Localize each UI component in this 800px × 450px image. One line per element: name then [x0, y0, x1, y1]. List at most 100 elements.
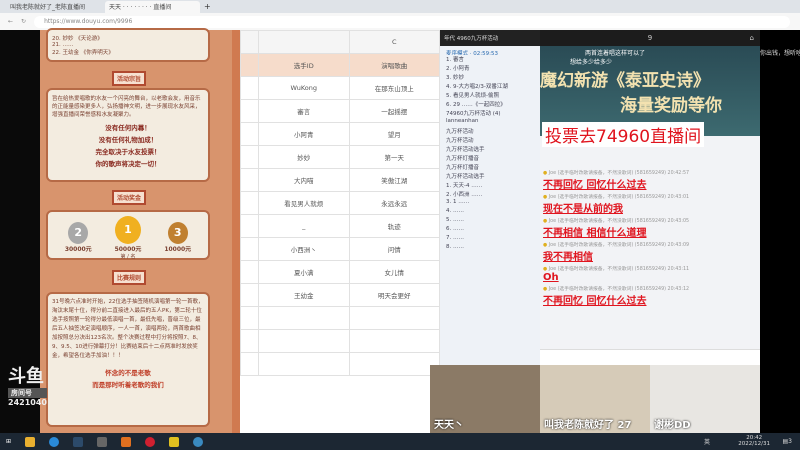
home-icon[interactable]: ⌂: [750, 30, 754, 46]
cell[interactable]: 王幼金: [258, 283, 350, 307]
header-cell[interactable]: 选手ID: [258, 53, 350, 77]
table-row: 大内喵 笑傲江湖: [240, 168, 440, 192]
app-icon[interactable]: [169, 436, 180, 447]
channel-member[interactable]: 4. ……: [440, 208, 540, 217]
message-text: 不再回忆 回忆什么过去: [543, 180, 647, 191]
header-cell[interactable]: 演唱歌曲: [348, 53, 440, 77]
channel-member[interactable]: 74960九万杯活动 (4): [440, 109, 540, 118]
channel-member[interactable]: 九万杯活动: [440, 127, 540, 136]
cell[interactable]: 看见男人就烦: [258, 191, 350, 215]
cell[interactable]: 第一天: [348, 145, 440, 169]
danmaku: 两首连着唱这样可以了: [585, 50, 646, 57]
channel-member[interactable]: 2. 小阿青: [440, 64, 540, 73]
channel-member[interactable]: 1. 審言: [440, 55, 540, 64]
row-header[interactable]: [240, 122, 259, 146]
url-input[interactable]: https://www.douyu.com/9996: [34, 15, 790, 28]
cell[interactable]: 小西洲丶: [258, 237, 350, 261]
cell[interactable]: [258, 306, 350, 330]
cell[interactable]: 大内喵: [258, 168, 350, 192]
edge-icon[interactable]: [49, 436, 60, 447]
app-icon[interactable]: [121, 436, 132, 447]
row-header[interactable]: [240, 237, 259, 261]
webcam-strip: 天天丶 叫我老陈就好了 27 谢彬DD: [430, 365, 760, 433]
row-header[interactable]: [240, 260, 259, 284]
channel-member[interactable]: 6. ……: [440, 226, 540, 235]
clock[interactable]: 20:42 2022/12/31: [738, 435, 770, 447]
channel-member[interactable]: 7. ……: [440, 235, 540, 244]
table-row: 看见男人就烦 永远永远: [240, 191, 440, 215]
cell[interactable]: [258, 352, 350, 376]
channel-member[interactable]: 8. ……: [440, 244, 540, 253]
app-icon[interactable]: [97, 436, 108, 447]
channel-member[interactable]: 九万杯活动: [440, 136, 540, 145]
channel-member[interactable]: 九万杯活动选手: [440, 172, 540, 181]
file-explorer-icon[interactable]: [25, 436, 36, 447]
cell[interactable]: 明天会更好: [348, 283, 440, 307]
viewer-count: 9: [647, 34, 653, 42]
cell[interactable]: [240, 352, 259, 376]
row-header[interactable]: [240, 145, 259, 169]
channel-member[interactable]: 九万杯灯播音: [440, 163, 540, 172]
row-header[interactable]: [240, 99, 259, 123]
cell[interactable]: 永远永远: [348, 191, 440, 215]
channel-member[interactable]: 2. 小西洲 ……: [440, 190, 540, 199]
new-tab-icon[interactable]: +: [204, 2, 211, 11]
channel-member[interactable]: 5. ……: [440, 217, 540, 226]
back-icon[interactable]: ←: [8, 18, 13, 25]
cell[interactable]: 轨迹: [348, 214, 440, 238]
cell[interactable]: [240, 329, 259, 353]
column-header[interactable]: C: [348, 30, 440, 54]
cell[interactable]: 笑傲江湖: [348, 168, 440, 192]
channel-member[interactable]: 6. 29 ……《一起四拉》: [440, 100, 540, 109]
cell[interactable]: [348, 306, 440, 330]
row-header[interactable]: [240, 191, 259, 215]
cell[interactable]: [348, 329, 440, 353]
ime-indicator[interactable]: 英: [704, 437, 710, 446]
cell[interactable]: 女儿情: [348, 260, 440, 284]
cell[interactable]: WuKong: [258, 76, 350, 100]
message-input[interactable]: [540, 349, 760, 365]
row-header[interactable]: [240, 283, 259, 307]
channel-member[interactable]: 九万杯灯播音: [440, 154, 540, 163]
channel-member[interactable]: 5. 看见男人就烦-偷照: [440, 91, 540, 100]
message-text: Oh: [543, 272, 559, 283]
row-header[interactable]: [240, 168, 259, 192]
cell[interactable]: 審言: [258, 99, 350, 123]
cell[interactable]: [348, 352, 440, 376]
cell[interactable]: 夏小满: [258, 260, 350, 284]
cell[interactable]: 妙妙: [258, 145, 350, 169]
browser-tab[interactable]: 叫我老陈就好了_老陈直播间: [6, 1, 101, 13]
cell[interactable]: [240, 306, 259, 330]
app-icon[interactable]: [193, 436, 204, 447]
webcam-label: 叫我老陈就好了 27: [544, 420, 632, 431]
cell[interactable]: 在那东山顶上: [348, 76, 440, 100]
channel-member[interactable]: 3. 妙妙: [440, 73, 540, 82]
cell[interactable]: 问情: [348, 237, 440, 261]
app-icon[interactable]: [145, 436, 156, 447]
row-header[interactable]: [240, 214, 259, 238]
cell[interactable]: 望月: [348, 122, 440, 146]
cell[interactable]: [258, 329, 350, 353]
message-text: 不再相信 相信什么道理: [543, 228, 647, 239]
table-row: 小西洲丶 问情: [240, 237, 440, 261]
channel-mode: 麦序模式 · 02:59:53: [446, 51, 498, 55]
quote-line: 你的歌声将决定一切！: [95, 160, 161, 168]
channel-member[interactable]: 3. 1 ……: [440, 199, 540, 208]
medal-icon: 3: [167, 222, 188, 244]
quote-line: 完全取决于水友投票！: [95, 148, 161, 156]
channel-member[interactable]: lanneanhan: [440, 118, 540, 127]
notification-icon[interactable]: ▤3: [783, 438, 793, 445]
room-label: 房间号: [8, 388, 47, 398]
channel-member[interactable]: 4. 9-大方唱2/3-双番江湖: [440, 82, 540, 91]
steam-icon[interactable]: [73, 436, 84, 447]
cell[interactable]: _: [258, 214, 350, 238]
row-header[interactable]: [240, 76, 259, 100]
browser-tab-active[interactable]: 天天 · · · · · · · · 直播间: [105, 0, 200, 13]
cell[interactable]: 一起摇摆: [348, 99, 440, 123]
channel-member[interactable]: 九万杯活动选手: [440, 145, 540, 154]
refresh-icon[interactable]: ↻: [21, 18, 26, 25]
rank-prefix: 第: [120, 254, 126, 260]
channel-member[interactable]: 1. 天天-4 ……: [440, 181, 540, 190]
windows-start-icon[interactable]: ⊞: [6, 438, 11, 445]
cell[interactable]: 小阿青: [258, 122, 350, 146]
